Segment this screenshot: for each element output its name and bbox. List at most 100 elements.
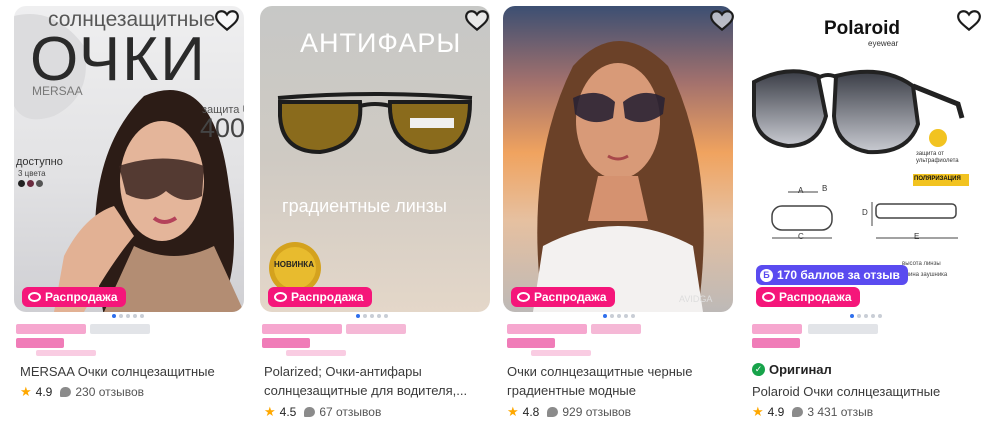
reviews-count: 3 431 отзыв [807, 405, 874, 419]
rating-row: ★ 4.9 3 431 отзыв [752, 404, 873, 420]
product-title-line: солнцезащитные для водителя,... [264, 383, 468, 398]
product-card[interactable]: AVIDGA Распродажа Очки солнцезащитные че… [497, 0, 741, 426]
pager-dot [126, 314, 130, 318]
image-pager [6, 314, 244, 318]
product-card[interactable]: солнцезащитные ОЧКИ MERSAA защита UV 400… [0, 0, 244, 426]
photo-headline: АНТИФАРЫ [300, 28, 462, 58]
original-badge: ✓ Оригинал [752, 362, 832, 377]
sale-badge: Распродажа [268, 287, 372, 307]
price-blurred [262, 322, 422, 356]
comment-icon [792, 407, 804, 417]
product-title-line: Polarized; Очки-антифары [264, 364, 422, 379]
price-blurred [507, 322, 667, 356]
rating-row: ★ 4.8 929 отзывов [507, 404, 631, 420]
pager-dot [624, 314, 628, 318]
points-coin-icon: Б [760, 268, 773, 282]
check-icon: ✓ [752, 363, 765, 376]
image-pager [744, 314, 988, 318]
pager-dot [377, 314, 381, 318]
sale-badge-label: Распродажа [779, 290, 852, 304]
photo-watermark: AVIDGA [679, 294, 713, 304]
rating-value: 4.5 [279, 405, 297, 419]
polarization-label: ПОЛЯРИЗАЦИЯ [914, 176, 961, 182]
star-icon: ★ [752, 404, 764, 419]
brand-logo: Polaroid [824, 18, 901, 39]
star-icon: ★ [20, 384, 32, 399]
image-pager [250, 314, 494, 318]
price-blurred [752, 322, 912, 356]
sale-badge: Распродажа [22, 287, 126, 307]
photo-brand: MERSAA [32, 84, 83, 98]
photo-available: доступно [16, 156, 63, 168]
comment-icon [304, 407, 316, 417]
swatch-gray [36, 180, 43, 187]
pager-dot [363, 314, 367, 318]
pager-dot [384, 314, 388, 318]
dim-e: E [914, 232, 920, 241]
price-blurred [16, 322, 176, 356]
heart-icon[interactable] [214, 8, 240, 34]
uv-caption: защита от ультрафиолета [916, 151, 959, 164]
swatch-wine [27, 180, 34, 187]
product-title-line: градиентные модные [507, 383, 636, 398]
photo-sticker: НОВИНКА [274, 260, 314, 269]
dim-c: C [798, 232, 804, 241]
pager-dot [871, 314, 875, 318]
star-icon: ★ [507, 404, 519, 419]
rating-row: ★ 4.9 230 отзывов [20, 384, 144, 400]
pager-dot [857, 314, 861, 318]
points-badge-label: 170 баллов за отзыв [777, 268, 900, 282]
product-title[interactable]: Polaroid Очки солнцезащитные [752, 382, 972, 401]
rating-value: 4.8 [522, 405, 540, 419]
product-photo[interactable]: солнцезащитные ОЧКИ MERSAA защита UV 400… [14, 6, 244, 312]
legend-line-1: высота линзы [902, 261, 941, 267]
original-label: Оригинал [769, 362, 832, 377]
sale-badge-label: Распродажа [45, 290, 118, 304]
color-swatches [18, 180, 43, 187]
dim-d: D [862, 208, 868, 217]
heart-icon[interactable] [956, 8, 982, 34]
sale-badge-label: Распродажа [534, 290, 607, 304]
heart-icon[interactable] [464, 8, 490, 34]
photo-uv-value: 400 [200, 113, 244, 143]
product-grid: солнцезащитные ОЧКИ MERSAA защита UV 400… [0, 0, 991, 426]
product-photo[interactable]: Polaroid eyewear защита от ультрафиолета… [748, 6, 978, 312]
product-title-line: Очки солнцезащитные черные [507, 364, 693, 379]
heart-icon[interactable] [709, 8, 735, 34]
rating-row: ★ 4.5 67 отзывов [264, 404, 381, 420]
reviews-count: 67 отзывов [319, 405, 382, 419]
pager-dot [617, 314, 621, 318]
product-card[interactable]: АНТИФАРЫ градиентные линзы НОВИНКА Распр… [250, 0, 494, 426]
points-badge: Б 170 баллов за отзыв [756, 265, 908, 285]
pager-dot [603, 314, 607, 318]
product-title[interactable]: MERSAA Очки солнцезащитные [20, 362, 240, 381]
pager-dot [631, 314, 635, 318]
pager-dot [112, 314, 116, 318]
image-pager [497, 314, 741, 318]
model-photo-art [533, 41, 704, 312]
photo-subline: градиентные линзы [282, 196, 447, 216]
sale-ring-icon [28, 292, 41, 302]
pager-dot [140, 314, 144, 318]
dim-a: A [798, 186, 804, 195]
pager-dot [370, 314, 374, 318]
pager-dot [356, 314, 360, 318]
pager-dot [133, 314, 137, 318]
reviews-count: 929 отзывов [562, 405, 632, 419]
brand-logo-sub: eyewear [868, 39, 899, 48]
sale-badge: Распродажа [756, 287, 860, 307]
pager-dot [864, 314, 868, 318]
pager-dot [878, 314, 882, 318]
product-photo[interactable]: AVIDGA Распродажа [503, 6, 733, 312]
legend-line-2: длина заушника [902, 272, 948, 278]
product-photo[interactable]: АНТИФАРЫ градиентные линзы НОВИНКА Распр… [260, 6, 490, 312]
reviews-count: 230 отзывов [75, 385, 145, 399]
comment-icon [60, 387, 72, 397]
comment-icon [547, 407, 559, 417]
sale-ring-icon [274, 292, 287, 302]
dim-b: B [822, 184, 828, 193]
product-title[interactable]: Polarized; Очки-антифары солнцезащитные … [264, 362, 484, 400]
product-title[interactable]: Очки солнцезащитные черные градиентные м… [507, 362, 727, 400]
photo-colors-count: 3 цвета [18, 169, 46, 178]
swatch-black [18, 180, 25, 187]
